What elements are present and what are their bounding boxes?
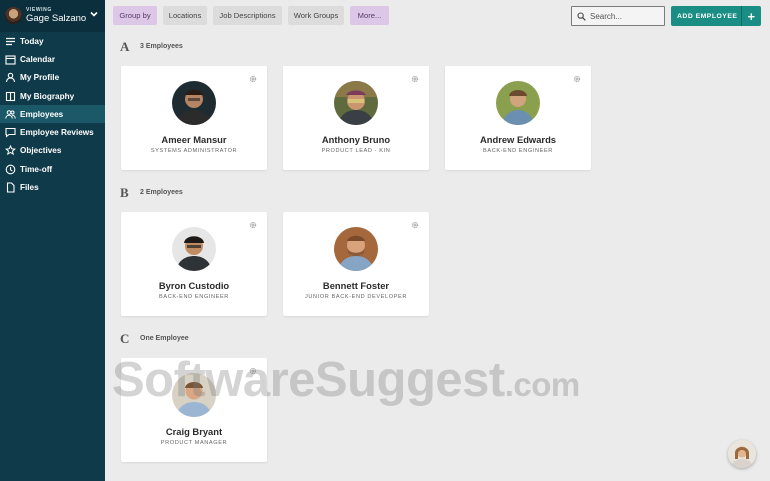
- employee-name: Anthony Bruno: [321, 134, 391, 145]
- sidebar-item-today[interactable]: Today: [0, 32, 105, 50]
- employee-card[interactable]: Bennett Foster JUNIOR BACK-END DEVELOPER: [283, 212, 429, 316]
- sidebar-item-files[interactable]: Files: [0, 178, 105, 196]
- group-count: One Employee: [140, 335, 189, 342]
- help-chat-avatar[interactable]: [728, 440, 756, 468]
- group-by-chip[interactable]: Group by: [113, 6, 157, 25]
- group-count: 3 Employees: [140, 43, 183, 50]
- sidebar-item-employees[interactable]: Employees: [0, 105, 105, 124]
- star-icon: [5, 145, 16, 156]
- sidebar-item-label: My Biography: [20, 91, 75, 101]
- employee-role: PRODUCT LEAD - KIN: [321, 148, 391, 154]
- viewing-user-name: Gage Salzano: [26, 13, 87, 24]
- sidebar-item-label: Calendar: [20, 54, 56, 64]
- employee-card[interactable]: Andrew Edwards BACK-END ENGINEER: [445, 66, 591, 170]
- add-employee-label: ADD EMPLOYEE: [677, 12, 738, 20]
- watermark-text: SoftwareSuggest: [112, 353, 505, 407]
- locations-chip[interactable]: Locations: [163, 6, 207, 25]
- sidebar-item-time-off[interactable]: Time-off: [0, 160, 105, 178]
- employee-card[interactable]: Ameer Mansur SYSTEMS ADMINISTRATOR: [121, 66, 267, 170]
- search-icon: [577, 11, 586, 21]
- employee-photo: [172, 81, 216, 125]
- avatar: [5, 7, 22, 24]
- add-plus-icon[interactable]: +: [741, 6, 761, 26]
- sidebar: VIEWING Gage Salzano Today Calendar My P…: [0, 0, 105, 481]
- clock-icon: [5, 164, 16, 175]
- employee-role: BACK-END ENGINEER: [159, 294, 229, 300]
- watermark: SoftwareSuggest.com: [112, 352, 580, 408]
- group-letter: C: [120, 331, 130, 346]
- employee-name: Bennett Foster: [322, 280, 390, 291]
- list-icon: [6, 37, 15, 45]
- toolbar: Group by Locations Job Descriptions Work…: [105, 0, 770, 32]
- employee-name: Andrew Edwards: [479, 134, 557, 145]
- watermark-suffix: .com: [504, 366, 581, 403]
- sidebar-item-objectives[interactable]: Objectives: [0, 142, 105, 160]
- user-icon: [5, 72, 16, 83]
- add-employee-button[interactable]: ADD EMPLOYEE +: [671, 6, 761, 26]
- group-letter: A: [120, 39, 130, 54]
- group-letter: B: [120, 185, 129, 200]
- employee-photo: [334, 227, 378, 271]
- sidebar-nav: Today Calendar My Profile My Biography E…: [0, 32, 105, 197]
- gear-icon[interactable]: [411, 75, 419, 83]
- employee-role: PRODUCT MANAGER: [160, 440, 228, 446]
- speech-bubble-icon: [5, 128, 16, 138]
- calendar-icon: [5, 55, 16, 65]
- gear-icon[interactable]: [573, 75, 581, 83]
- sidebar-item-my-profile[interactable]: My Profile: [0, 69, 105, 87]
- employee-role: JUNIOR BACK-END DEVELOPER: [304, 294, 408, 300]
- chevron-down-icon[interactable]: [89, 9, 99, 19]
- employee-photo: [334, 81, 378, 125]
- sidebar-item-label: Files: [20, 183, 39, 193]
- search-placeholder: Search...: [590, 11, 623, 21]
- sidebar-item-label: Objectives: [20, 146, 62, 156]
- employee-name: Byron Custodio: [158, 280, 230, 291]
- sidebar-item-employee-reviews[interactable]: Employee Reviews: [0, 123, 105, 141]
- user-switcher[interactable]: VIEWING Gage Salzano: [0, 0, 105, 32]
- users-icon: [5, 110, 16, 119]
- group-count: 2 Employees: [140, 189, 183, 196]
- sidebar-item-label: Employee Reviews: [20, 128, 94, 138]
- work-groups-chip[interactable]: Work Groups: [288, 6, 344, 25]
- sidebar-item-label: My Profile: [20, 73, 60, 83]
- search-input[interactable]: Search...: [571, 6, 665, 26]
- employee-card[interactable]: Anthony Bruno PRODUCT LEAD - KIN: [283, 66, 429, 170]
- employee-name: Ameer Mansur: [161, 134, 227, 145]
- employee-role: BACK-END ENGINEER: [483, 148, 553, 154]
- employee-role: SYSTEMS ADMINISTRATOR: [150, 148, 238, 154]
- sidebar-item-label: Today: [20, 36, 44, 46]
- employee-photo: [496, 81, 540, 125]
- gear-icon[interactable]: [411, 221, 419, 229]
- gear-icon[interactable]: [249, 75, 257, 83]
- employee-card[interactable]: Byron Custodio BACK-END ENGINEER: [121, 212, 267, 316]
- file-icon: [6, 182, 15, 193]
- sidebar-item-my-biography[interactable]: My Biography: [0, 87, 105, 105]
- sidebar-item-label: Time-off: [20, 164, 53, 174]
- employee-name: Craig Bryant: [165, 426, 223, 437]
- employee-photo: [172, 227, 216, 271]
- sidebar-item-calendar[interactable]: Calendar: [0, 50, 105, 68]
- book-icon: [5, 91, 16, 101]
- gear-icon[interactable]: [249, 221, 257, 229]
- more-chip[interactable]: More...: [350, 6, 389, 25]
- job-descriptions-chip[interactable]: Job Descriptions: [213, 6, 282, 25]
- sidebar-item-label: Employees: [20, 109, 64, 119]
